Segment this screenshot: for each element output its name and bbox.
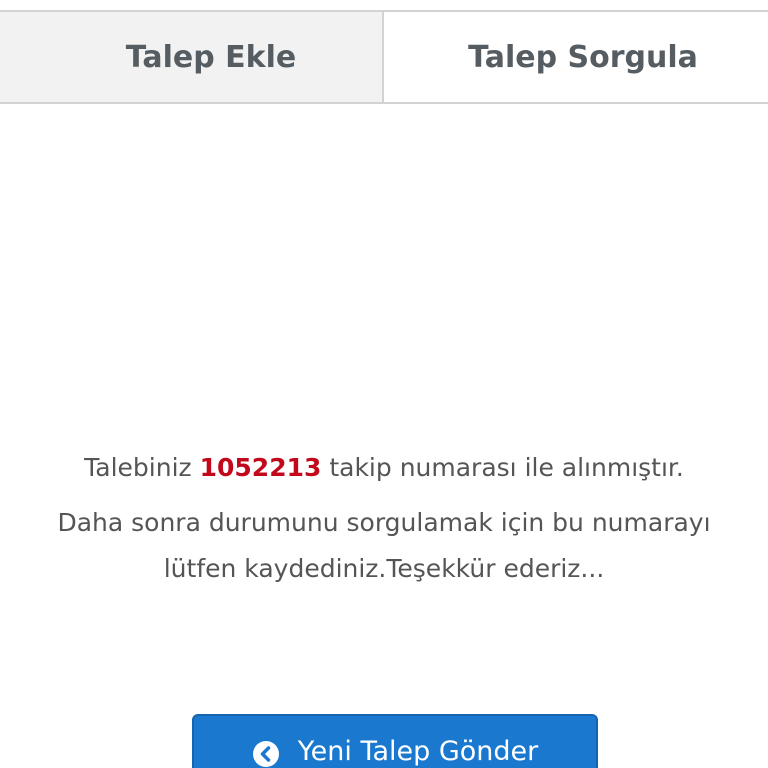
new-request-button[interactable]: Yeni Talep Gönder: [192, 714, 598, 768]
tracking-number: 1052213: [199, 453, 322, 482]
save-number-note: Daha sonra durumunu sorgulamak için bu n…: [57, 508, 711, 583]
new-request-button-label: Yeni Talep Gönder: [297, 736, 539, 767]
confirmation-line: Talebiniz 1052213 takip numarası ile alı…: [0, 448, 768, 488]
page: Talep Ekle Talep Sorgula Talebiniz 10522…: [0, 0, 768, 768]
confirmation-message: Talebiniz 1052213 takip numarası ile alı…: [0, 448, 768, 592]
tab-talep-ekle[interactable]: Talep Ekle: [0, 12, 384, 102]
tab-bar: Talep Ekle Talep Sorgula: [0, 10, 768, 104]
chevron-left-circle-icon: [252, 740, 280, 768]
top-strip: [0, 0, 768, 10]
tab-talep-ekle-label: Talep Ekle: [125, 39, 297, 75]
message-suffix: takip numarası ile alınmıştır.: [329, 453, 684, 482]
tab-talep-sorgula-label: Talep Sorgula: [468, 39, 698, 75]
tab-talep-sorgula[interactable]: Talep Sorgula: [384, 12, 768, 102]
message-prefix: Talebiniz: [84, 453, 192, 482]
